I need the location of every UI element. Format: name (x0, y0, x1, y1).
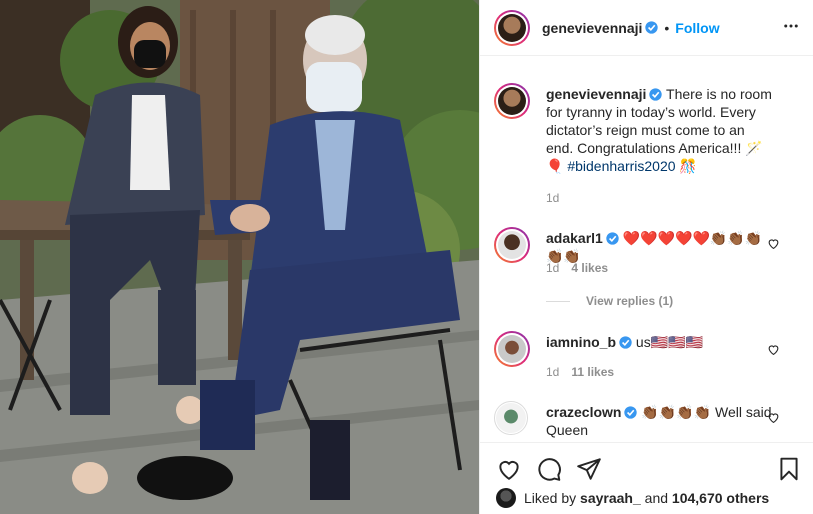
caption-age[interactable]: 1d (546, 191, 559, 205)
caption-row: genevievennaji There is no room for tyra… (494, 83, 800, 213)
comment-avatar-ring[interactable] (494, 227, 530, 263)
comment-heart-icon[interactable] (767, 343, 780, 356)
caption-hashtag[interactable]: #bidenharris2020 (567, 158, 675, 174)
caption-username[interactable]: genevievennaji (546, 86, 646, 102)
bookmark-icon[interactable] (776, 456, 802, 482)
comment-icon[interactable] (536, 456, 562, 482)
comment-username[interactable]: crazeclown (546, 404, 621, 420)
verified-badge-icon (619, 336, 632, 349)
comment-username[interactable]: iamnino_b (546, 334, 616, 350)
author-avatar-ring[interactable] (494, 9, 530, 46)
caption-text: genevievennaji There is no room for tyra… (546, 85, 774, 175)
heart-icon[interactable] (496, 456, 522, 482)
photo-illustration (0, 0, 479, 514)
comment-avatar (496, 403, 526, 433)
share-icon[interactable] (576, 456, 602, 482)
more-options-icon[interactable] (782, 17, 800, 35)
liker-avatar[interactable] (496, 488, 516, 508)
author-avatar (498, 13, 526, 42)
comment-row: adakarl1 ❤️❤️❤️❤️❤️👏🏾👏🏾👏🏾👏🏾👏🏾 1d 4 likes … (494, 227, 800, 317)
comment-age[interactable]: 1d (546, 261, 559, 275)
comment-heart-icon[interactable] (767, 411, 780, 424)
liker-username[interactable]: sayraah_ (580, 490, 641, 506)
comment-username[interactable]: adakarl1 (546, 230, 603, 246)
comment-age[interactable]: 1d (546, 365, 559, 379)
verified-badge-icon (649, 88, 663, 101)
comment-row: crazeclown 👏🏾👏🏾👏🏾👏🏾 Well said Queen (494, 401, 800, 442)
caption-avatar (498, 87, 526, 115)
caption-meta: 1d (546, 191, 559, 205)
post-photo[interactable] (0, 0, 479, 514)
header-separator: • (664, 19, 670, 36)
comment-text: crazeclown 👏🏾👏🏾👏🏾👏🏾 Well said Queen (546, 403, 774, 439)
likes-middle: and (644, 490, 669, 506)
comment-avatar (498, 231, 526, 259)
comment-text: adakarl1 ❤️❤️❤️❤️❤️👏🏾👏🏾👏🏾👏🏾👏🏾 (546, 229, 774, 265)
comment-likes[interactable]: 4 likes (571, 261, 608, 275)
verified-badge-icon (606, 232, 619, 245)
post-action-bar (480, 442, 813, 492)
comment-avatar (498, 335, 526, 363)
comment-avatar-ring[interactable] (494, 331, 530, 367)
view-replies-label: View replies (1) (586, 294, 674, 308)
post-header: genevievennaji • Follow (480, 0, 813, 56)
verified-badge-icon (624, 406, 638, 419)
comment-text: iamnino_b us🇺🇸🇺🇸🇺🇸 (546, 333, 774, 351)
comment-likes[interactable]: 11 likes (571, 365, 614, 379)
view-replies-line (546, 301, 570, 303)
verified-badge-icon (645, 21, 659, 34)
comment-heart-icon[interactable] (767, 237, 780, 250)
likes-prefix: Liked by (524, 490, 577, 506)
post-side-panel: genevievennaji • Follow genevievennaji T… (479, 0, 813, 514)
author-username[interactable]: genevievennaji (542, 20, 642, 36)
comment-body: us🇺🇸🇺🇸🇺🇸 (635, 334, 703, 350)
view-replies-button[interactable]: View replies (1) (546, 294, 673, 308)
comment-meta: 1d 4 likes (546, 261, 608, 275)
follow-button[interactable]: Follow (675, 20, 719, 36)
comment-row: iamnino_b us🇺🇸🇺🇸🇺🇸 1d 11 likes (494, 331, 800, 391)
likes-count[interactable]: 104,670 others (672, 490, 769, 506)
caption-avatar-ring[interactable] (494, 83, 530, 119)
likes-summary: Liked by sayraah_ and 104,670 others (496, 488, 769, 508)
comment-meta: 1d 11 likes (546, 365, 614, 379)
caption-hashtag-suffix: 🎊 (679, 158, 697, 174)
comments-list[interactable]: genevievennaji There is no room for tyra… (480, 57, 813, 442)
comment-avatar-wrap[interactable] (494, 401, 528, 435)
